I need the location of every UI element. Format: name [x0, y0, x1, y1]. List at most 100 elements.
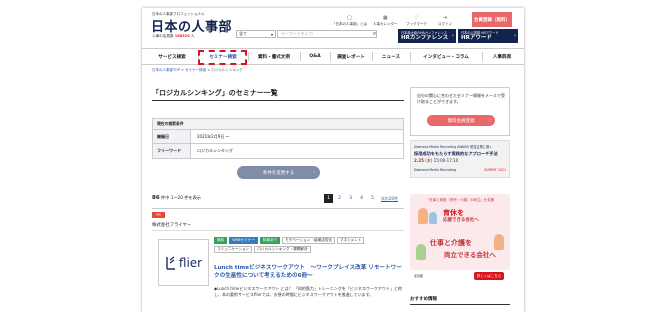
recruiting-summit-ad[interactable]: Diamond Media Recruiting AWARD 受賞企業に聞く 採…: [410, 140, 510, 178]
next-page-link[interactable]: 次の20件: [381, 196, 398, 202]
nav-documents[interactable]: 資料・書式文例: [249, 49, 299, 64]
result-total: 86: [152, 195, 160, 201]
tag: 特典あり: [259, 237, 281, 244]
breadcrumb-home[interactable]: 日本の人事部TOP: [152, 68, 180, 72]
search-category-select[interactable]: 全て ▾: [236, 30, 276, 38]
tag: コミュニケーション: [214, 246, 253, 253]
search-category-value: 全て: [239, 31, 247, 36]
page-title: 「ロジカルシンキング」のセミナー一覧: [152, 89, 278, 97]
page-1[interactable]: 1: [324, 194, 333, 203]
hr-award-title: HRアワード: [461, 35, 492, 41]
search-conditions: 現在の検索条件 開催日 2021年2月9日 〜 フリーワード ロジカルシンキング: [152, 118, 404, 159]
pr-badge: PR: [152, 212, 165, 218]
person-illustration-icon: [429, 212, 437, 224]
nav-service-search[interactable]: サービス検索: [148, 49, 196, 64]
organizer-logo-text: flier: [178, 255, 203, 270]
nav-qa[interactable]: Q&A: [301, 49, 329, 64]
hr-award-banner[interactable]: 日本の人事部 HRアワード HRアワード ›: [458, 29, 518, 43]
seminar-notice-text: 自分の関心に合わせたセミナー情報をメールで受け取ることができます。: [417, 93, 505, 104]
tag: モチベーション・組織活性化: [282, 237, 335, 244]
title-underline: [152, 100, 404, 101]
seminar-notice-box: 自分の関心に合わせたセミナー情報をメールで受け取ることができます。 無料会員登録…: [410, 87, 510, 136]
ad2-detail-button[interactable]: 詳しくはこちら: [474, 272, 504, 280]
change-conditions-button[interactable]: 条件を変更する ›: [237, 166, 320, 179]
member-count-suffix: 人: [190, 34, 195, 38]
seminar-description: ◆Lunch timeビジネスワークアウト とは？ 「知的筋力」トレーニングを「…: [214, 286, 402, 297]
ad-line-5: SUMMIT 2021: [484, 168, 506, 172]
ad2-footer: 東京都 詳しくはこちら: [410, 270, 510, 282]
tag: ロジカルシンキング・課題解決: [254, 246, 311, 253]
ad2-headline-3: 仕事と介護を: [430, 239, 472, 247]
condition-row: 開催日 2021年2月9日 〜: [153, 130, 403, 144]
nav-dictionary[interactable]: 人事辞典: [483, 49, 521, 64]
free-register-button[interactable]: 無料会員登録 ›: [427, 115, 495, 126]
ad2-headline-4: 両立できる会社へ: [444, 251, 496, 259]
breadcrumb: 日本の人事部TOP > セミナー検索 > ロジカルシンキング: [152, 68, 243, 73]
ad-line-2: 採用成功をもたらす実践的なアプローチ手法: [414, 151, 498, 156]
seminar-title[interactable]: Lunch timeビジネスワークアウト 〜ワークプレイス改革 リモートワークの…: [214, 264, 404, 280]
calendar-link[interactable]: ▦ 人事カレンダー: [373, 15, 398, 27]
info-icon: ▢: [347, 15, 352, 21]
calendar-icon: ▦: [382, 15, 388, 21]
condition-key: 開催日: [153, 130, 191, 143]
search-input[interactable]: キーワードを入力: [277, 30, 377, 38]
ad-line-3: 2.25 (木) 15:00-17:10: [414, 158, 458, 164]
register-button[interactable]: 会員登録（無料）: [472, 12, 512, 27]
ad-line-1: Diamond Media Recruiting AWARD 受賞企業に聞く: [414, 145, 493, 149]
chevron-right-icon: ›: [514, 33, 516, 39]
page-2[interactable]: 2: [335, 194, 344, 203]
member-count: 人事の会員数 168520 人: [152, 34, 194, 39]
about-label: 「日本の人事部」とは: [332, 22, 367, 26]
ad-date: 2.25: [414, 158, 424, 163]
nav-research[interactable]: 調査レポート: [331, 49, 371, 64]
person-illustration-icon: [494, 234, 504, 250]
tag: 無料: [214, 237, 228, 244]
chevron-right-icon: ›: [452, 33, 454, 39]
chevron-down-icon: ▾: [270, 31, 273, 37]
site-header: 日本の人事部プロフェッショナル 日本の人事部 人事の会員数 168520 人 ▢…: [142, 8, 524, 44]
person-illustration-icon: [418, 208, 428, 224]
result-range: 件中 1〜20 件を表示: [161, 195, 201, 200]
condition-row: フリーワード ロジカルシンキング: [153, 144, 403, 158]
organizer-logo[interactable]: flier: [158, 239, 209, 286]
free-register-label: 無料会員登録: [447, 118, 475, 124]
ad2-footer-label: 東京都: [414, 274, 424, 278]
page-3[interactable]: 3: [346, 194, 355, 203]
ad-time: (木) 15:00-17:10: [425, 158, 459, 163]
login-icon: ⇥: [442, 15, 448, 21]
breadcrumb-seminar[interactable]: セミナー検索: [185, 68, 206, 72]
ad2-top: 「仕事と家庭（育児・介護）の両立」を支援: [426, 198, 494, 202]
tag: WEBセミナー: [229, 237, 258, 244]
chevron-right-icon: ›: [313, 170, 315, 175]
condition-key: フリーワード: [153, 144, 191, 158]
flier-logo-icon: [166, 255, 175, 270]
hr-conference-banner[interactable]: 日本最大級のHRカンファレンス HRカンファレンス ›: [398, 29, 456, 43]
recommend-underline: [410, 304, 510, 305]
bookmark-link[interactable]: ♡ ブックマーク: [406, 15, 427, 27]
page: 日本の人事部プロフェッショナル 日本の人事部 人事の会員数 168520 人 ▢…: [142, 8, 524, 313]
ad2-headline-2: 応援できる会社へ: [443, 218, 479, 223]
work-life-ad[interactable]: 「仕事と家庭（育児・介護）の両立」を支援 育休を 応援できる会社へ 仕事と介護を…: [410, 194, 510, 282]
page-4[interactable]: 4: [357, 194, 366, 203]
person-illustration-icon: [416, 244, 426, 260]
pagination: 1 2 3 4 5 次の20件: [324, 194, 398, 203]
change-conditions-label: 条件を変更する: [262, 170, 295, 176]
search-icon[interactable]: ⌕: [370, 30, 379, 38]
member-count-prefix: 人事の会員数: [152, 34, 174, 38]
seminar-card: PR 株式会社フライヤー flier 無料 WEBセミナー 特典あり モチベーシ…: [152, 208, 404, 313]
login-link[interactable]: ⇥ ログイン: [438, 15, 452, 27]
login-label: ログイン: [438, 22, 452, 26]
site-logo[interactable]: 日本の人事部: [151, 16, 232, 35]
organizer-name[interactable]: 株式会社フライヤー: [152, 222, 191, 228]
hr-conference-title: HRカンファレンス: [401, 35, 449, 41]
condition-value: ロジカルシンキング: [197, 148, 233, 153]
recommend-heading: おすすめ情報: [410, 297, 437, 302]
page-5[interactable]: 5: [368, 194, 377, 203]
nav-news[interactable]: ニュース: [373, 49, 409, 64]
bookmark-label: ブックマーク: [406, 22, 427, 26]
bookmark-icon: ♡: [414, 15, 419, 21]
about-link[interactable]: ▢ 「日本の人事部」とは: [332, 15, 367, 27]
tag: マネジメント: [336, 237, 365, 244]
nav-interview[interactable]: インタビュー・コラム: [411, 49, 481, 64]
breadcrumb-current: ロジカルシンキング: [211, 68, 243, 72]
